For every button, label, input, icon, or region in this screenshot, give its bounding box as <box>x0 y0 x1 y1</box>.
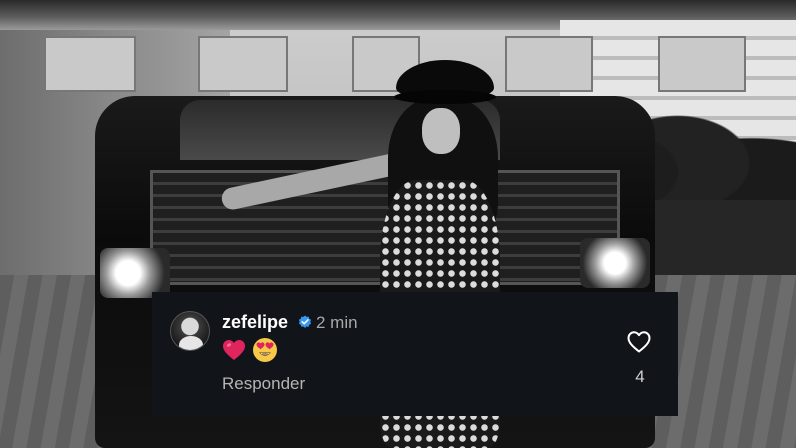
comment-timestamp: 2 min <box>316 313 358 332</box>
comment-text <box>222 337 278 363</box>
comment-username[interactable]: zefelipe <box>222 312 288 332</box>
verified-badge-icon <box>298 315 312 329</box>
headlight-right <box>580 238 650 288</box>
background-photo: zefelipe 2 min Responder 4 <box>0 0 796 448</box>
comment-card: zefelipe 2 min Responder 4 <box>152 292 678 416</box>
red-heart-emoji-icon <box>222 339 246 361</box>
person-face <box>422 108 460 154</box>
cowboy-hat-brim <box>394 90 496 104</box>
hanging-sign <box>505 36 593 92</box>
avatar[interactable] <box>170 311 210 351</box>
hanging-sign <box>658 36 746 92</box>
hanging-sign <box>198 36 288 92</box>
heart-outline-icon[interactable] <box>626 330 654 356</box>
hedge <box>640 200 796 275</box>
hanging-sign <box>44 36 136 92</box>
reply-button[interactable]: Responder <box>222 374 305 394</box>
headlight-left <box>100 248 170 298</box>
like-count: 4 <box>635 367 645 386</box>
heart-eyes-emoji-icon <box>252 337 278 363</box>
